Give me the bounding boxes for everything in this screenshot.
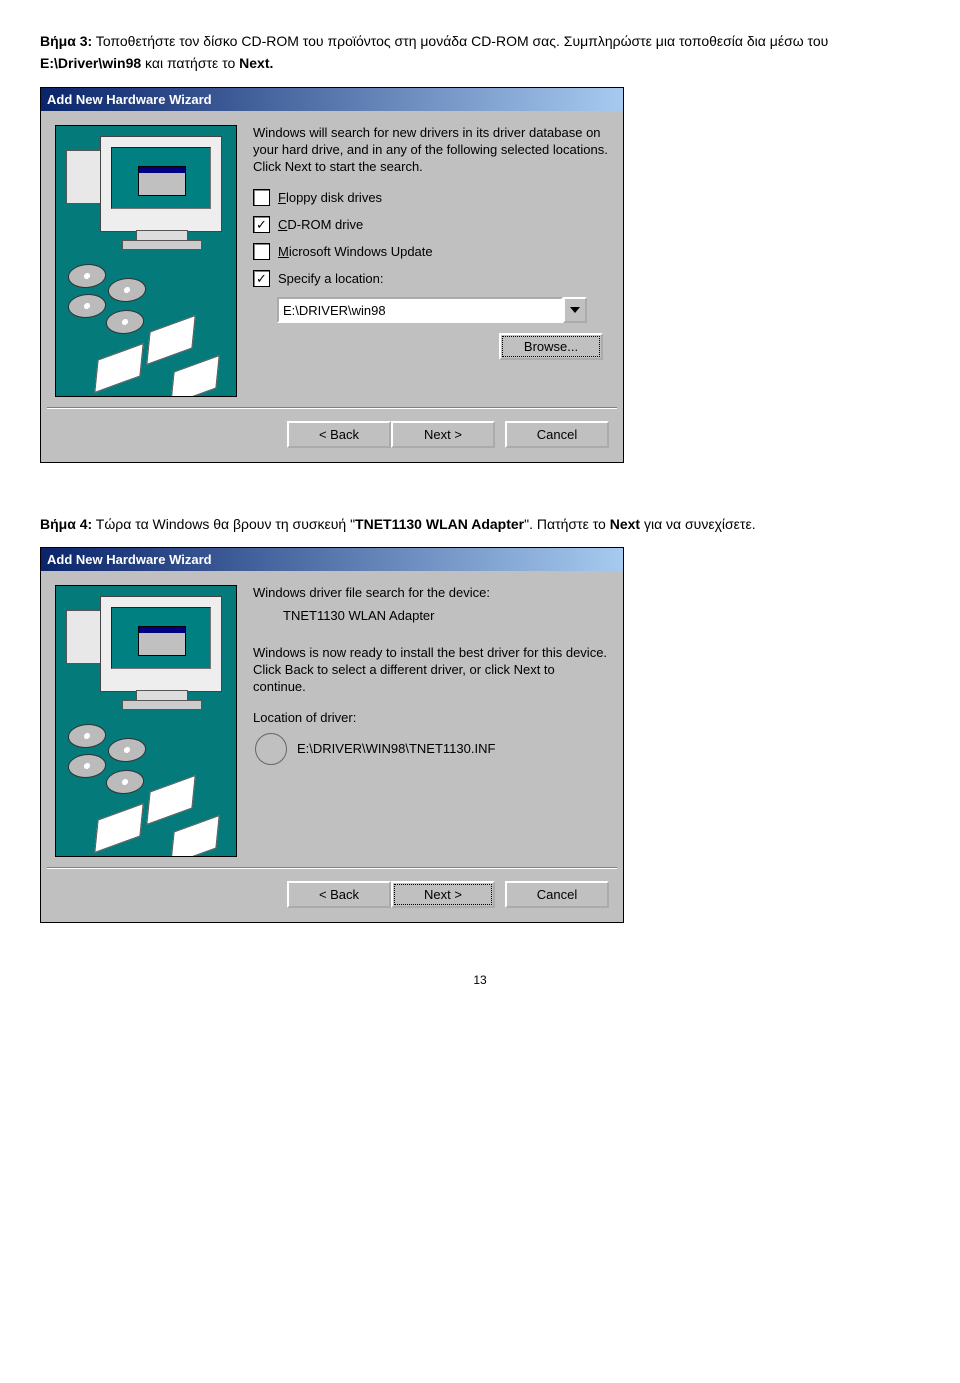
step3-paragraph: Βήμα 3: Τοποθετήστε τον δίσκο CD-ROM του… <box>40 30 920 75</box>
wizard-1-info: Windows will search for new drivers in i… <box>253 125 609 176</box>
cdrom-option[interactable]: ✓ CD-ROM drive <box>253 216 609 233</box>
location-dropdown-button[interactable] <box>563 297 587 323</box>
specify-checkbox[interactable]: ✓ <box>253 270 270 287</box>
step3-text-a: Τοποθετήστε τον δίσκο CD-ROM του προϊόντ… <box>92 33 828 49</box>
page-number: 13 <box>40 973 920 987</box>
wizard-1-illustration <box>55 125 237 397</box>
wizard-2: Add New Hardware Wizard Windows driver f… <box>40 547 624 923</box>
msupdate-label: Microsoft Windows Update <box>278 244 433 259</box>
step3-path: E:\Driver\win98 <box>40 55 141 71</box>
wizard-1-title: Add New Hardware Wizard <box>41 88 623 111</box>
step4-text-c: για να συνεχίσετε. <box>640 516 756 532</box>
cdrom-label: CD-ROM drive <box>278 217 363 232</box>
wizard-2-illustration <box>55 585 237 857</box>
specify-option[interactable]: ✓ Specify a location: <box>253 270 609 287</box>
wizard-2-loc-label: Location of driver: <box>253 710 609 725</box>
wizard-2-title: Add New Hardware Wizard <box>41 548 623 571</box>
next-button[interactable]: Next > <box>391 421 495 448</box>
floppy-label: Floppy disk drives <box>278 190 382 205</box>
wizard-1: Add New Hardware Wizard Windows will sea… <box>40 87 624 463</box>
floppy-option[interactable]: Floppy disk drives <box>253 189 609 206</box>
location-input[interactable] <box>277 297 563 323</box>
wizard-2-line2: Windows is now ready to install the best… <box>253 645 609 696</box>
step3-label: Βήμα 3: <box>40 33 92 49</box>
step4-next: Next <box>610 516 640 532</box>
next-button-2[interactable]: Next > <box>391 881 495 908</box>
wizard-2-device: TNET1130 WLAN Adapter <box>283 608 609 623</box>
msupdate-option[interactable]: Microsoft Windows Update <box>253 243 609 260</box>
step3-next: Next. <box>239 55 273 71</box>
back-button[interactable]: < Back <box>287 421 391 448</box>
back-button-2[interactable]: < Back <box>287 881 391 908</box>
location-combo[interactable] <box>277 297 587 323</box>
cdrom-checkbox[interactable]: ✓ <box>253 216 270 233</box>
cancel-button-2[interactable]: Cancel <box>505 881 609 908</box>
step4-label: Βήμα 4: <box>40 516 92 532</box>
cancel-button[interactable]: Cancel <box>505 421 609 448</box>
step4-text-b: ". Πατήστε το <box>524 516 610 532</box>
step4-paragraph: Βήμα 4: Τώρα τα Windows θα βρουν τη συσκ… <box>40 513 920 535</box>
browse-button[interactable]: Browse... <box>499 333 603 360</box>
chevron-down-icon <box>570 307 580 313</box>
floppy-checkbox[interactable] <box>253 189 270 206</box>
driver-location-row: E:\DRIVER\WIN98\TNET1130.INF <box>255 733 609 765</box>
wizard-2-line1: Windows driver file search for the devic… <box>253 585 609 600</box>
msupdate-checkbox[interactable] <box>253 243 270 260</box>
step4-device: TNET1130 WLAN Adapter <box>355 516 524 532</box>
step3-text-b: και πατήστε το <box>141 55 239 71</box>
step4-text-a: Τώρα τα Windows θα βρουν τη συσκευή " <box>92 516 355 532</box>
cd-icon <box>255 733 287 765</box>
driver-location-value: E:\DRIVER\WIN98\TNET1130.INF <box>297 741 495 756</box>
specify-label: Specify a location: <box>278 271 384 286</box>
